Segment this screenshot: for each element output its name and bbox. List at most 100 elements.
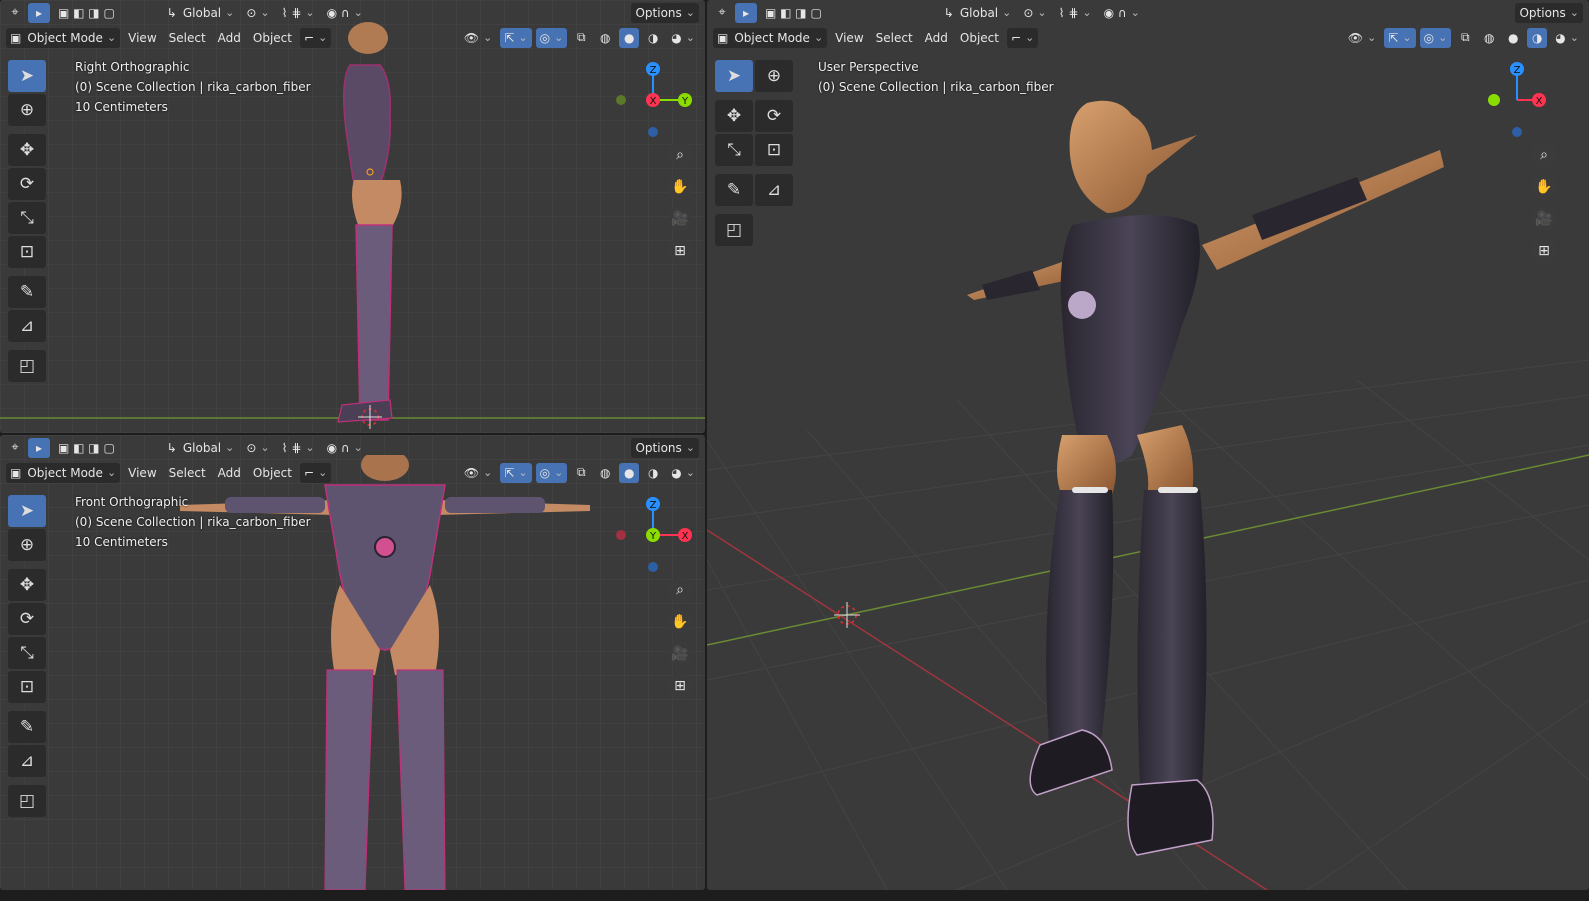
overlay-toggle[interactable]: ◎ <box>535 27 568 48</box>
character-side-view[interactable] <box>320 20 430 430</box>
menu-add[interactable]: Add <box>214 463 245 483</box>
pan-icon[interactable]: ✋ <box>667 609 693 635</box>
transform-icon[interactable]: ⊡ <box>8 671 46 703</box>
proportional-toggle[interactable]: ◉ ∩ <box>323 438 367 458</box>
measure-icon[interactable]: ⊿ <box>8 745 46 777</box>
scale-icon[interactable]: ⤡ <box>8 637 46 669</box>
selection-modes[interactable]: ▣ ◧ ◨ ▢ <box>761 3 826 23</box>
shading-material[interactable]: ◑ <box>1527 27 1548 48</box>
visibility-select[interactable]: 👁 <box>460 28 496 48</box>
snap-toggle[interactable]: ⌇ ⋕ <box>278 3 319 23</box>
shading-rendered[interactable]: ◕ <box>667 28 699 48</box>
gizmo-toggle[interactable]: ⇱ <box>500 462 532 483</box>
xray-toggle[interactable]: ⧉ <box>571 463 591 483</box>
shading-material[interactable]: ◑ <box>643 463 663 483</box>
zoom-icon[interactable]: ⌕ <box>667 577 693 603</box>
pivot-select[interactable]: ⊙ <box>242 3 273 23</box>
proportional-toggle[interactable]: ◉ ∩ <box>323 3 367 23</box>
pivot-select[interactable]: ⊙ <box>242 438 273 458</box>
measure-icon[interactable]: ⊿ <box>8 310 46 342</box>
select-box-icon[interactable]: ➤ <box>8 495 46 527</box>
gizmo-toggle[interactable]: ⇱ <box>1384 27 1416 48</box>
shading-solid[interactable]: ● <box>619 27 640 48</box>
scale-icon[interactable]: ⤡ <box>8 202 46 234</box>
selection-modes[interactable]: ▣ ◧ ◨ ▢ <box>54 3 119 23</box>
rotate-icon[interactable]: ⟳ <box>755 100 793 132</box>
transform-icon[interactable]: ⊡ <box>755 134 793 166</box>
transform-icon[interactable]: ⊡ <box>8 236 46 268</box>
visibility-select[interactable]: 👁 <box>1344 28 1380 48</box>
zoom-icon[interactable]: ⌕ <box>667 142 693 168</box>
scale-icon[interactable]: ⤡ <box>715 134 753 166</box>
shading-material[interactable]: ◑ <box>643 28 663 48</box>
shading-rendered[interactable]: ◕ <box>667 463 699 483</box>
move-icon[interactable]: ✥ <box>8 569 46 601</box>
grid-icon[interactable]: ⊞ <box>1531 238 1557 264</box>
menu-view[interactable]: View <box>124 28 160 48</box>
options-button[interactable]: Options <box>631 437 699 458</box>
shading-wire[interactable]: ◍ <box>595 463 615 483</box>
annotate-icon[interactable]: ✎ <box>715 174 753 206</box>
add-cube-icon[interactable]: ◰ <box>8 785 46 817</box>
select-mode-button[interactable]: ▸ <box>735 2 757 23</box>
transform-affect[interactable]: ⌐ <box>300 27 332 48</box>
transform-affect[interactable]: ⌐ <box>1007 27 1039 48</box>
snap-toggle[interactable]: ⌇ ⋕ <box>278 438 319 458</box>
editor-type-icon[interactable]: ⌖ <box>713 4 731 22</box>
shading-solid[interactable]: ● <box>1503 28 1523 48</box>
cursor-icon[interactable]: ⊕ <box>755 60 793 92</box>
xray-toggle[interactable]: ⧉ <box>1455 28 1475 48</box>
orientation-select[interactable]: ↳ Global <box>163 438 239 458</box>
select-mode-button[interactable]: ▸ <box>28 2 50 23</box>
measure-icon[interactable]: ⊿ <box>755 174 793 206</box>
orientation-select[interactable]: ↳ Global <box>940 3 1016 23</box>
add-cube-icon[interactable]: ◰ <box>715 214 753 246</box>
viewport-user-perspective[interactable]: ⌖ ▸ ▣ ◧ ◨ ▢ ↳ Global ⊙ ⌇ ⋕ ◉ ∩ Options ▣… <box>707 0 1589 890</box>
overlay-toggle[interactable]: ◎ <box>535 462 568 483</box>
camera-icon[interactable]: 🎥 <box>667 641 693 667</box>
menu-add[interactable]: Add <box>214 28 245 48</box>
menu-select[interactable]: Select <box>165 28 210 48</box>
navigation-gizmo[interactable]: Z X <box>1485 58 1575 148</box>
menu-view[interactable]: View <box>831 28 867 48</box>
menu-object[interactable]: Object <box>249 463 296 483</box>
navigation-gizmo[interactable]: Z X Y <box>612 493 702 583</box>
mode-select[interactable]: ▣ Object Mode <box>713 27 828 48</box>
select-mode-button[interactable]: ▸ <box>28 437 50 458</box>
rotate-icon[interactable]: ⟳ <box>8 603 46 635</box>
shading-wire[interactable]: ◍ <box>595 28 615 48</box>
pivot-select[interactable]: ⊙ <box>1019 3 1050 23</box>
menu-object[interactable]: Object <box>956 28 1003 48</box>
shading-rendered[interactable]: ◕ <box>1551 28 1583 48</box>
move-icon[interactable]: ✥ <box>8 134 46 166</box>
visibility-select[interactable]: 👁 <box>460 463 496 483</box>
annotate-icon[interactable]: ✎ <box>8 711 46 743</box>
proportional-toggle[interactable]: ◉ ∩ <box>1100 3 1144 23</box>
menu-add[interactable]: Add <box>921 28 952 48</box>
grid-icon[interactable]: ⊞ <box>667 673 693 699</box>
menu-object[interactable]: Object <box>249 28 296 48</box>
cursor-icon[interactable]: ⊕ <box>8 529 46 561</box>
zoom-icon[interactable]: ⌕ <box>1531 142 1557 168</box>
menu-select[interactable]: Select <box>872 28 917 48</box>
transform-affect[interactable]: ⌐ <box>300 462 332 483</box>
menu-view[interactable]: View <box>124 463 160 483</box>
selection-modes[interactable]: ▣ ◧ ◨ ▢ <box>54 438 119 458</box>
move-icon[interactable]: ✥ <box>715 100 753 132</box>
xray-toggle[interactable]: ⧉ <box>571 28 591 48</box>
grid-icon[interactable]: ⊞ <box>667 238 693 264</box>
navigation-gizmo[interactable]: Z Y X <box>612 58 702 148</box>
cursor-icon[interactable]: ⊕ <box>8 94 46 126</box>
options-button[interactable]: Options <box>1515 2 1583 23</box>
viewport-front-ortho[interactable]: ⌖ ▸ ▣ ◧ ◨ ▢ ↳ Global ⊙ ⌇ ⋕ ◉ ∩ Options ▣… <box>0 435 705 890</box>
editor-type-icon[interactable]: ⌖ <box>6 439 24 457</box>
overlay-toggle[interactable]: ◎ <box>1419 27 1452 48</box>
menu-select[interactable]: Select <box>165 463 210 483</box>
character-perspective[interactable] <box>962 95 1452 865</box>
mode-select[interactable]: ▣ Object Mode <box>6 27 121 48</box>
select-box-icon[interactable]: ➤ <box>8 60 46 92</box>
add-cube-icon[interactable]: ◰ <box>8 350 46 382</box>
shading-wire[interactable]: ◍ <box>1479 28 1499 48</box>
rotate-icon[interactable]: ⟳ <box>8 168 46 200</box>
camera-icon[interactable]: 🎥 <box>667 206 693 232</box>
